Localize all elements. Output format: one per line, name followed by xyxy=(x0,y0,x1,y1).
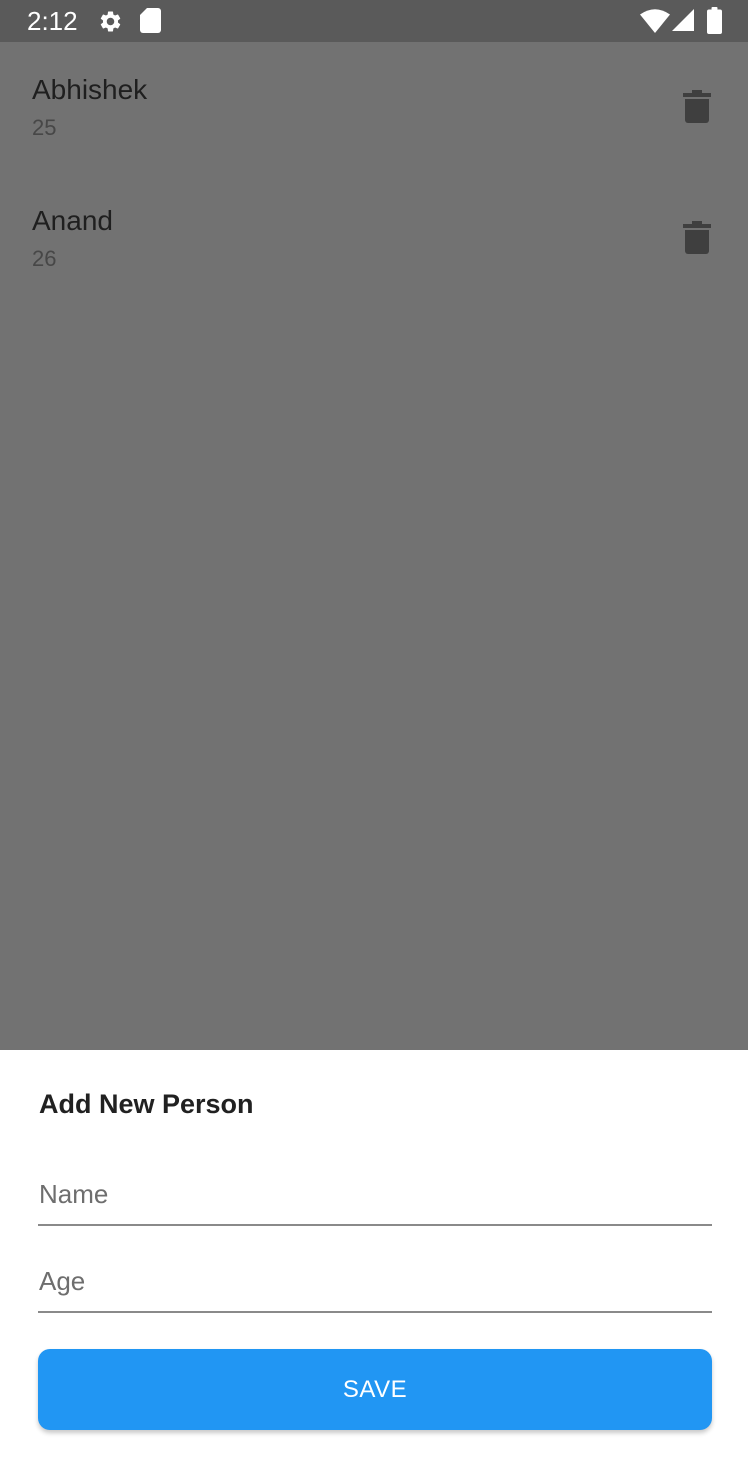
trash-icon xyxy=(683,90,711,123)
wifi-icon xyxy=(640,9,670,33)
save-button[interactable]: SAVE xyxy=(38,1349,712,1430)
trash-icon xyxy=(683,221,711,254)
person-name: Anand xyxy=(32,205,113,236)
status-time: 2:12 xyxy=(27,6,78,36)
list-item[interactable]: Anand 26 xyxy=(0,173,748,304)
person-age: 26 xyxy=(32,246,57,271)
signal-icon xyxy=(672,9,694,31)
battery-icon xyxy=(707,7,722,34)
sd-card-icon xyxy=(140,8,161,33)
person-name: Abhishek xyxy=(32,74,148,105)
people-list: Abhishek 25 Anand 26 xyxy=(0,42,748,304)
add-person-sheet: Add New Person SAVE xyxy=(0,1050,748,1482)
delete-button[interactable] xyxy=(674,215,720,261)
sheet-title: Add New Person xyxy=(39,1089,254,1119)
age-input[interactable] xyxy=(38,1251,712,1313)
status-bar: 2:12 xyxy=(0,0,748,42)
settings-icon xyxy=(100,11,121,32)
list-item[interactable]: Abhishek 25 xyxy=(0,42,748,173)
name-input[interactable] xyxy=(38,1164,712,1226)
person-age: 25 xyxy=(32,115,57,140)
delete-button[interactable] xyxy=(674,84,720,130)
